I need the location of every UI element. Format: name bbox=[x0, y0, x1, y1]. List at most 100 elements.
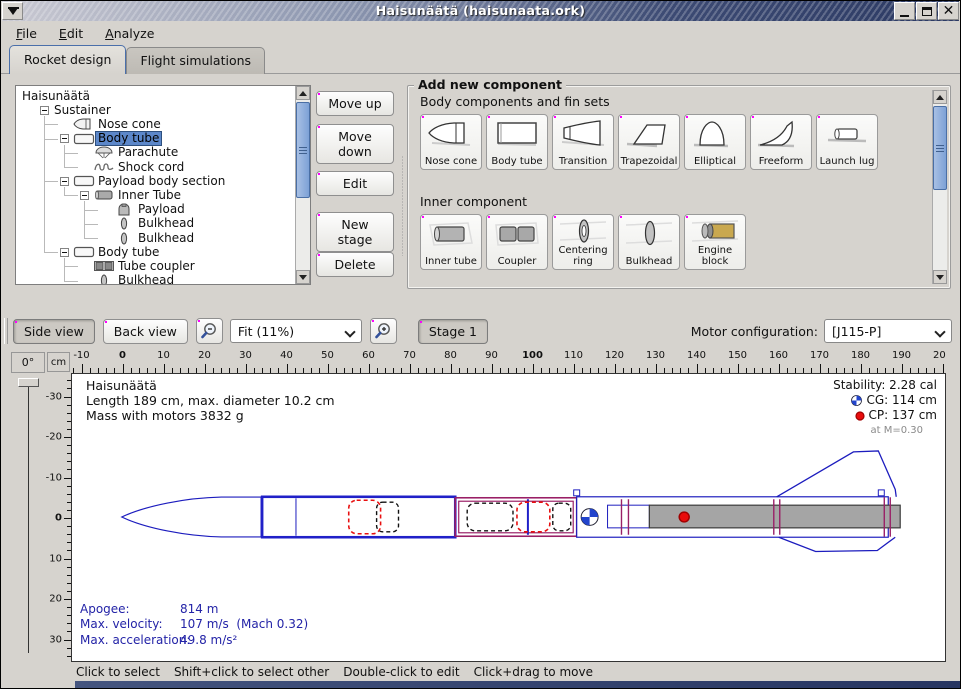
tab-flight-simulations[interactable]: Flight simulations bbox=[126, 47, 265, 74]
cg-value: CG: 114 cm bbox=[866, 393, 937, 408]
ruler-label: 50 bbox=[321, 350, 334, 361]
payload-outline[interactable] bbox=[467, 503, 513, 531]
ruler-label: 0 bbox=[55, 513, 62, 524]
magnifier-minus-icon bbox=[199, 321, 219, 341]
tree-expander-icon[interactable] bbox=[80, 191, 89, 200]
component-button-launch-lug[interactable]: Launch lug bbox=[816, 114, 878, 170]
zoom-out-button[interactable] bbox=[196, 318, 223, 344]
component-button-label: Transition bbox=[559, 157, 607, 168]
scroll-up-button[interactable] bbox=[933, 90, 947, 104]
component-tree[interactable]: HaisunäätäSustainerNose coneBody tubePar… bbox=[16, 86, 295, 284]
tree-scrollbar[interactable] bbox=[295, 86, 310, 284]
tree-item-parachute[interactable]: Parachute bbox=[16, 146, 295, 160]
minimize-icon bbox=[900, 15, 909, 17]
tree-item-payload[interactable]: Payload bbox=[16, 203, 295, 217]
menu-file[interactable]: File bbox=[5, 24, 48, 43]
menu-analyze[interactable]: Analyze bbox=[94, 24, 165, 43]
ruler-label: 130 bbox=[646, 350, 665, 361]
tree-item-inner-tube[interactable]: Inner Tube bbox=[16, 188, 295, 202]
toolbar-grip[interactable] bbox=[4, 318, 8, 344]
tree-expander-icon[interactable] bbox=[60, 248, 69, 257]
tree-item-nose-cone[interactable]: Nose cone bbox=[16, 117, 295, 131]
mach-condition: at M=0.30 bbox=[871, 423, 924, 438]
new-stage-button[interactable]: New stage bbox=[316, 212, 394, 252]
close-button[interactable]: ✕ bbox=[938, 2, 959, 20]
tree-item-body-tube[interactable]: Body tube bbox=[16, 245, 295, 259]
move-down-button[interactable]: Move down bbox=[316, 124, 394, 164]
move-up-button[interactable]: Move up bbox=[316, 91, 394, 116]
tree-expander-icon[interactable] bbox=[60, 177, 69, 186]
component-button-freeform[interactable]: Freeform bbox=[750, 114, 812, 170]
tab-bar: Rocket designFlight simulations bbox=[9, 46, 265, 74]
scroll-up-button[interactable] bbox=[296, 86, 310, 100]
tree-item-shock-cord[interactable]: Shock cord bbox=[16, 160, 295, 174]
tree-scrollbar-thumb[interactable] bbox=[296, 102, 310, 198]
rocket-canvas[interactable]: Haisunäätä Length 189 cm, max. diameter … bbox=[71, 373, 946, 662]
tree-expander-icon[interactable] bbox=[40, 106, 49, 115]
window-menu-button[interactable] bbox=[2, 2, 23, 20]
component-button-label: Coupler bbox=[498, 257, 537, 268]
tree-item-payload-body-section[interactable]: Payload body section bbox=[16, 174, 295, 188]
title-bar[interactable]: Haisunäätä (haisunaata.ork) bbox=[2, 1, 959, 21]
window-menu-icon bbox=[8, 7, 19, 9]
tree-expander-icon[interactable] bbox=[60, 134, 69, 143]
tree-item-body-tube[interactable]: Body tube bbox=[16, 132, 295, 146]
maximize-button[interactable] bbox=[916, 2, 937, 20]
tab-rocket-design[interactable]: Rocket design bbox=[9, 45, 126, 74]
scroll-down-button[interactable] bbox=[933, 270, 947, 284]
component-scrollbar-thumb[interactable] bbox=[933, 106, 947, 190]
component-button-engine-block[interactable]: Engine block bbox=[684, 214, 746, 270]
component-button-trapezoidal[interactable]: Trapezoidal bbox=[618, 114, 680, 170]
zoom-level-combobox[interactable]: Fit (11%) bbox=[230, 319, 362, 343]
elliptical-fin-icon bbox=[688, 118, 742, 151]
component-button-elliptical[interactable]: Elliptical bbox=[684, 114, 746, 170]
nose-cone-outline[interactable] bbox=[122, 497, 261, 537]
ruler-label: 30 bbox=[239, 350, 252, 361]
component-button-transition[interactable]: Transition bbox=[552, 114, 614, 170]
ruler-label: 80 bbox=[444, 350, 457, 361]
motor-configuration-value: [J115-P] bbox=[832, 324, 881, 339]
hint-shift-click: Shift+click to select other bbox=[174, 665, 329, 679]
minimize-button[interactable] bbox=[894, 2, 915, 20]
scroll-down-button[interactable] bbox=[296, 270, 310, 284]
ruler-label: 120 bbox=[605, 350, 624, 361]
rotation-slider-thumb[interactable] bbox=[18, 378, 39, 387]
tree-item-sustainer[interactable]: Sustainer bbox=[16, 103, 295, 117]
component-button-inner-tube[interactable]: Inner tube bbox=[420, 214, 482, 270]
ruler-label: 100 bbox=[522, 350, 543, 361]
fin-bottom-outline[interactable] bbox=[779, 537, 895, 551]
component-button-nose-cone[interactable]: Nose cone bbox=[420, 114, 482, 170]
menu-edit[interactable]: Edit bbox=[48, 24, 94, 43]
tree-item-bulkhead[interactable]: Bulkhead bbox=[16, 231, 295, 245]
component-button-centering-ring[interactable]: Centering ring bbox=[552, 214, 614, 270]
tree-item-bulkhead[interactable]: Bulkhead bbox=[16, 217, 295, 231]
ruler-label: 190 bbox=[892, 350, 911, 361]
component-panel-scrollbar[interactable] bbox=[932, 90, 947, 284]
side-view-button[interactable]: Side view bbox=[13, 319, 95, 344]
launch-lug-rear[interactable] bbox=[878, 490, 884, 496]
launch-lug-front[interactable] bbox=[574, 490, 580, 496]
back-view-button[interactable]: Back view bbox=[103, 319, 188, 344]
delete-button[interactable]: Delete bbox=[316, 252, 394, 277]
body-tube-selected-outline[interactable] bbox=[262, 497, 455, 537]
ruler-label: 160 bbox=[769, 350, 788, 361]
component-button-coupler[interactable]: Coupler bbox=[486, 214, 548, 270]
ruler-label: -10 bbox=[73, 350, 89, 361]
motor-configuration-combobox[interactable]: [J115-P] bbox=[824, 319, 952, 343]
transition-icon bbox=[556, 118, 610, 151]
tree-item-haisunäätä[interactable]: Haisunäätä bbox=[16, 89, 295, 103]
inner-component-label: Inner component bbox=[420, 194, 527, 209]
edit-button[interactable]: Edit bbox=[316, 171, 394, 196]
component-button-label: Launch lug bbox=[820, 157, 875, 168]
tree-item-tube-coupler[interactable]: Tube coupler bbox=[16, 259, 295, 273]
stage-1-toggle[interactable]: Stage 1 bbox=[418, 319, 488, 344]
inner-components-row: Inner tube Coupler Centering ringBulkheadE… bbox=[420, 214, 746, 270]
component-button-body-tube[interactable]: Body tube bbox=[486, 114, 548, 170]
tree-item-bulkhead[interactable]: Bulkhead bbox=[16, 274, 295, 284]
rotation-slider-track[interactable] bbox=[28, 387, 29, 653]
ruler-label: -30 bbox=[46, 391, 62, 402]
cg-icon bbox=[851, 395, 862, 406]
component-button-bulkhead[interactable]: Bulkhead bbox=[618, 214, 680, 270]
chevron-down-icon bbox=[936, 328, 944, 336]
zoom-in-button[interactable] bbox=[370, 318, 397, 344]
